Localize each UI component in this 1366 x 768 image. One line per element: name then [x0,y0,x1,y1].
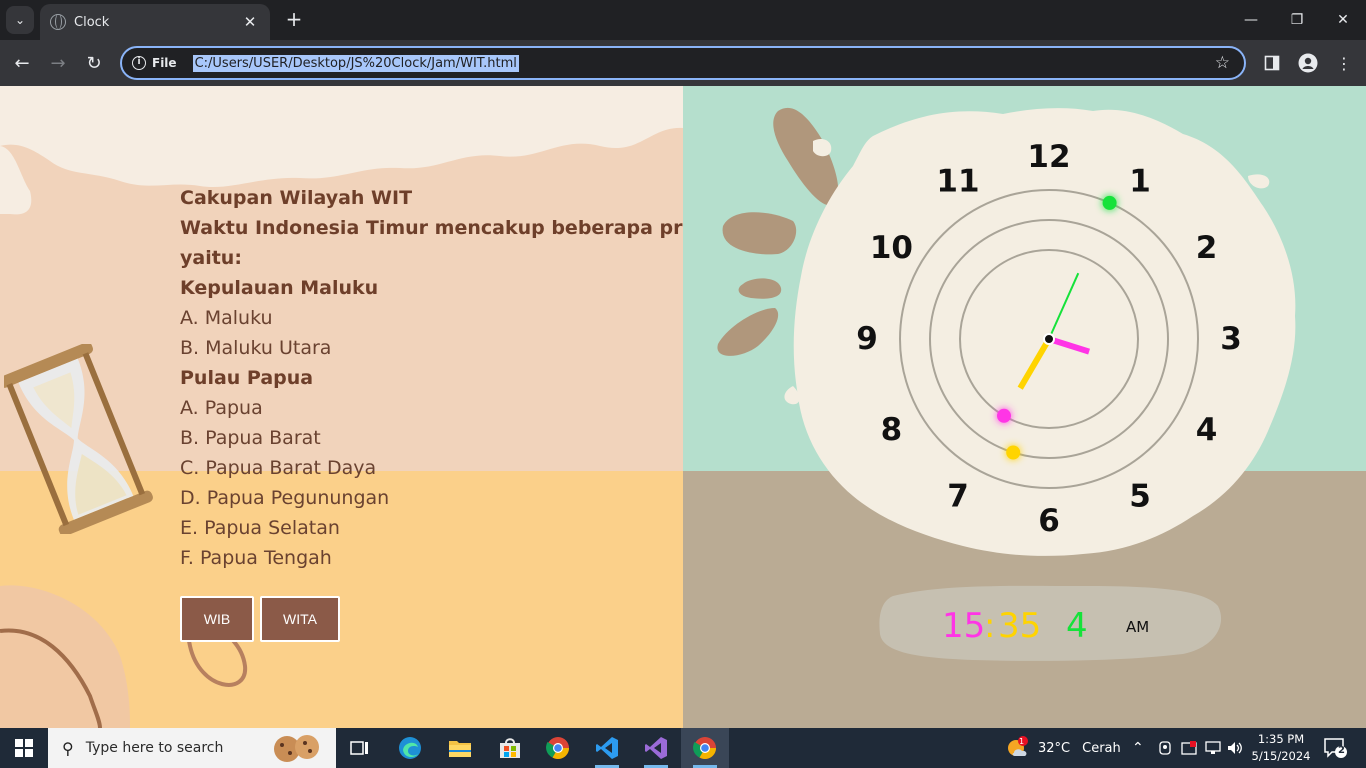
info-icon[interactable]: i [132,56,146,70]
volume-icon[interactable] [1227,728,1243,768]
hourglass-icon [4,344,153,534]
province-item: C. Papua Barat Daya [180,457,377,479]
digital-ampm: AM [1126,618,1150,636]
tab-search-button[interactable]: ⌄ [6,6,34,34]
section-heading: Cakupan Wilayah WIT [180,187,413,209]
weather-badge: 1 [1019,737,1025,746]
cookies-icon [274,735,319,762]
region-description: Cakupan Wilayah WIT Waktu Indonesia Timu… [180,183,683,573]
browser-toolbar: ← → ↻ i File C:/Users/USER/Desktop/JS%20… [0,40,1366,86]
profile-icon[interactable] [1296,51,1320,75]
province-item: A. Maluku [180,307,273,329]
digital-hours: 15 [942,606,986,646]
back-button[interactable]: ← [8,49,36,77]
system-date: 5/15/2024 [1251,749,1311,763]
minimize-button[interactable]: — [1228,0,1274,40]
weather-icon [1008,736,1028,756]
digital-seconds: 4 [1066,606,1088,646]
notifications-icon[interactable]: 2 [1324,728,1348,768]
info-panel: Cakupan Wilayah WIT Waktu Indonesia Timu… [0,86,683,728]
store-icon[interactable] [486,728,534,768]
network-alert-icon[interactable] [1181,728,1197,768]
digital-clock: 15 : 35 4 AM [880,584,1220,668]
show-hidden-icons[interactable]: ⌃ [1132,728,1144,768]
vs-icon[interactable] [632,728,680,768]
close-window-button[interactable]: ✕ [1320,0,1366,40]
chrome-icon[interactable] [534,728,582,768]
province-item: B. Papua Barat [180,427,321,449]
tab-strip: ⌄ Clock ✕ + — ❐ ✕ [0,0,1366,40]
timezone-buttons: WIB WITA [180,596,340,642]
forward-button[interactable]: → [44,49,72,77]
weather-widget[interactable]: 1 32°C Cerah [1004,728,1121,768]
description-line: Waktu Indonesia Timur mencakup beberapa … [180,217,683,239]
file-explorer-icon[interactable] [436,728,484,768]
system-clock[interactable]: 1:35 PM 5/15/2024 [1246,731,1316,765]
province-item: E. Papua Selatan [180,517,340,539]
description-line: yaitu: [180,247,242,269]
bookmark-star-icon[interactable]: ☆ [1215,53,1230,73]
camera-icon[interactable] [1158,728,1172,768]
address-scheme: File [152,56,177,70]
web-page: Cakupan Wilayah WIT Waktu Indonesia Timu… [0,86,1366,728]
address-bar[interactable]: i File C:/Users/USER/Desktop/JS%20Clock/… [120,46,1246,80]
tab-clock[interactable]: Clock ✕ [40,4,270,40]
province-item: B. Maluku Utara [180,337,332,359]
clock-panel: 12 1 2 3 4 5 6 7 8 9 10 11 15 : 35 4 AM [683,86,1366,728]
windows-taskbar: ⚲ Type here to search 1 32°C Cerah ⌃ 1:3… [0,728,1366,768]
wib-button[interactable]: WIB [180,596,254,642]
tab-title: Clock [74,14,110,30]
notification-count: 2 [1338,745,1345,756]
province-item: D. Papua Pegunungan [180,487,390,509]
menu-icon[interactable]: ⋮ [1332,51,1356,75]
taskbar-search[interactable]: ⚲ Type here to search [48,728,336,768]
address-url[interactable]: C:/Users/USER/Desktop/JS%20Clock/Jam/WIT… [192,54,519,72]
search-placeholder: Type here to search [85,740,224,756]
search-icon: ⚲ [62,738,74,758]
digital-separator: : [984,606,996,646]
windows-icon [15,739,33,757]
subheading-papua: Pulau Papua [180,367,314,389]
new-tab-button[interactable]: + [282,8,306,32]
start-button[interactable] [0,728,48,768]
vscode-icon[interactable] [583,728,631,768]
subheading-maluku: Kepulauan Maluku [180,277,379,299]
edge-icon[interactable] [386,728,434,768]
digital-minutes: 35 [998,606,1042,646]
ethernet-icon[interactable] [1205,728,1221,768]
weather-text: Cerah [1082,740,1121,756]
system-time: 1:35 PM [1257,732,1305,746]
wita-button[interactable]: WITA [260,596,340,642]
weather-temp: 32°C [1038,740,1071,756]
province-item: A. Papua [180,397,263,419]
close-tab-icon[interactable]: ✕ [240,13,260,31]
task-view-icon[interactable] [336,728,384,768]
chrome-active-icon[interactable] [681,728,729,768]
reload-button[interactable]: ↻ [80,49,108,77]
globe-icon [50,14,66,30]
province-item: F. Papua Tengah [180,547,332,569]
restore-button[interactable]: ❐ [1274,0,1320,40]
side-panel-icon[interactable] [1260,51,1284,75]
